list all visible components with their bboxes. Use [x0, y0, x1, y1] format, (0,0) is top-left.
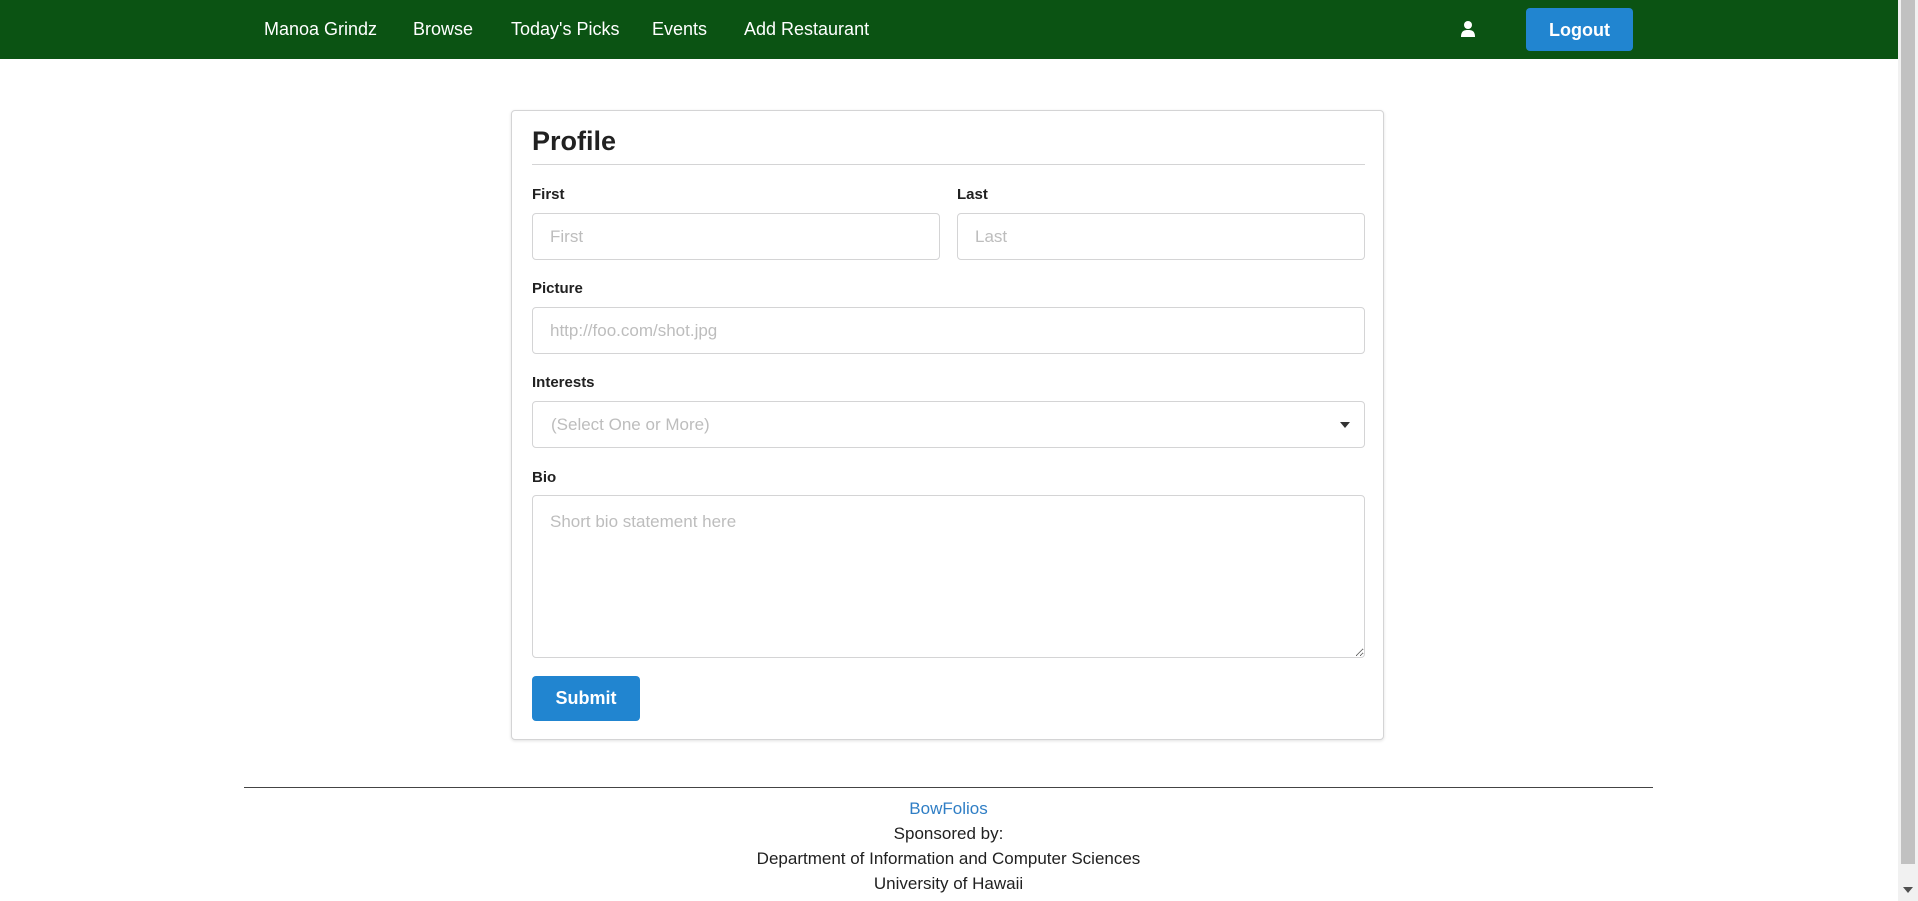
user-icon[interactable] [1461, 20, 1475, 38]
top-navbar: Manoa Grindz Browse Today's Picks Events… [0, 0, 1898, 59]
interests-placeholder: (Select One or More) [551, 415, 710, 434]
last-name-input[interactable] [957, 213, 1365, 260]
footer-sponsored: Sponsored by: [893, 824, 1004, 843]
first-name-label: First [532, 186, 565, 203]
last-name-label: Last [957, 186, 988, 203]
picture-label: Picture [532, 280, 583, 297]
scrollbar-thumb[interactable] [1901, 0, 1915, 864]
title-divider [532, 164, 1365, 165]
footer-university: University of Hawaii [873, 874, 1024, 893]
submit-button[interactable]: Submit [532, 676, 640, 721]
logout-button[interactable]: Logout [1526, 8, 1633, 51]
nav-item-browse[interactable]: Browse [413, 0, 473, 59]
bio-textarea[interactable] [532, 495, 1365, 658]
page-title: Profile [532, 126, 617, 156]
interests-label: Interests [532, 374, 595, 391]
interests-select[interactable]: (Select One or More) [532, 401, 1365, 448]
nav-item-add-restaurant[interactable]: Add Restaurant [744, 0, 869, 59]
chevron-down-icon [1340, 422, 1350, 428]
footer-bowfolios-link[interactable]: BowFolios [909, 799, 987, 818]
first-name-input[interactable] [532, 213, 940, 260]
scroll-down-arrow-icon[interactable] [1903, 887, 1913, 893]
nav-item-events[interactable]: Events [652, 0, 707, 59]
footer-divider [244, 787, 1653, 788]
nav-item-todays-picks[interactable]: Today's Picks [511, 0, 619, 59]
nav-brand[interactable]: Manoa Grindz [264, 0, 377, 59]
footer-department: Department of Information and Computer S… [756, 849, 1141, 868]
picture-url-input[interactable] [532, 307, 1365, 354]
bio-label: Bio [532, 469, 557, 486]
